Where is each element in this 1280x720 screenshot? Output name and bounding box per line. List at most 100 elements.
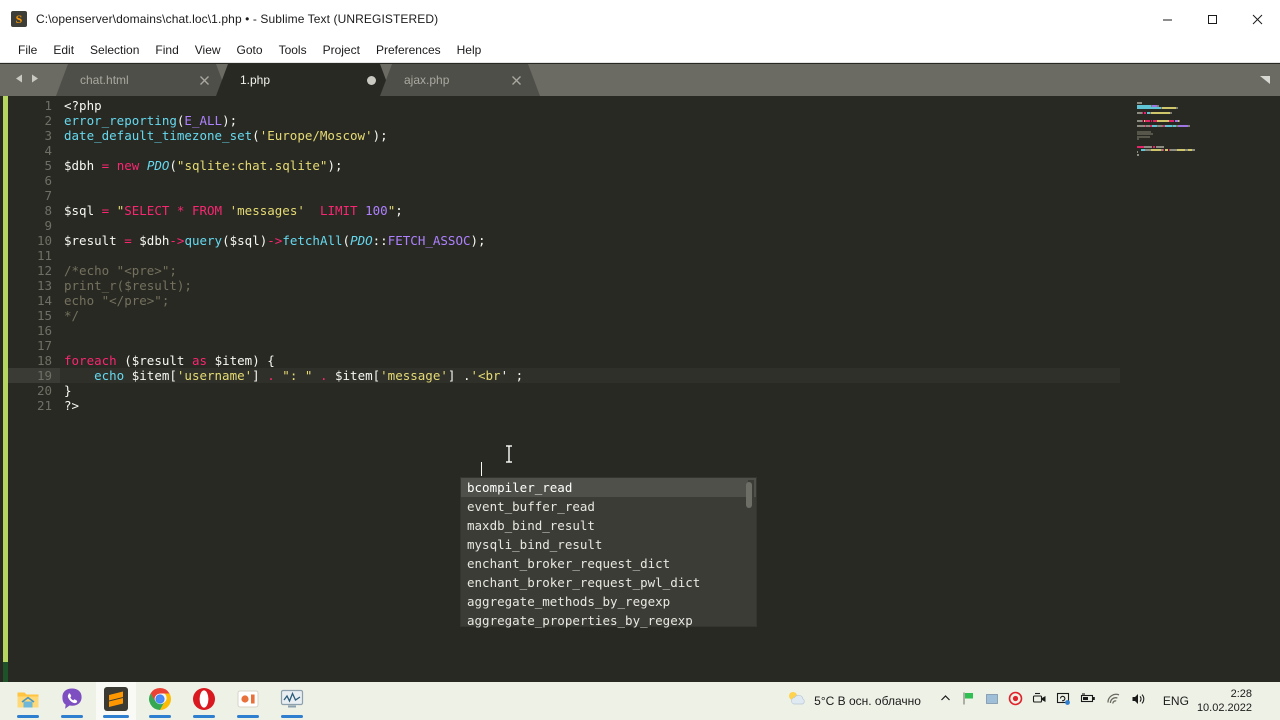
menu-item-view[interactable]: View bbox=[187, 40, 229, 60]
maximize-icon[interactable] bbox=[1190, 0, 1235, 38]
code-line[interactable]: 17 bbox=[0, 338, 1120, 353]
code-line[interactable]: 7 bbox=[0, 188, 1120, 203]
autocomplete-list[interactable]: bcompiler_read event_buffer_read maxdb_bin… bbox=[461, 478, 756, 630]
code-line[interactable]: 12 /*echo "<pre>"; bbox=[0, 263, 1120, 278]
code-line[interactable]: 3 date_default_timezone_set('Europe/Mosco… bbox=[0, 128, 1120, 143]
line-text: echo $item['username'] . ": " . $item['m… bbox=[64, 368, 523, 383]
tab-chat-html[interactable]: chat.html bbox=[56, 64, 228, 96]
autocomplete-scrollbar-thumb[interactable] bbox=[746, 482, 752, 508]
menu-item-project[interactable]: Project bbox=[315, 40, 368, 60]
minimize-icon[interactable] bbox=[1145, 0, 1190, 38]
code-line[interactable]: 20} bbox=[0, 383, 1120, 398]
code-line[interactable]: 16 bbox=[0, 323, 1120, 338]
tab-bar: chat.html 1.php ajax.php bbox=[0, 64, 1280, 96]
autocomplete-item[interactable]: enchant_broker_request_pwl_dict bbox=[461, 573, 756, 592]
camera-icon[interactable] bbox=[1032, 692, 1047, 711]
menu-item-help[interactable]: Help bbox=[449, 40, 490, 60]
title-bar: S C:\openserver\domains\chat.loc\1.php •… bbox=[0, 0, 1280, 38]
token-fn: error_reporting bbox=[64, 113, 177, 128]
minimap[interactable] bbox=[1133, 98, 1273, 682]
chevron-left-icon[interactable] bbox=[14, 73, 25, 84]
tab-1-php[interactable]: 1.php bbox=[216, 64, 392, 96]
notification-center-button[interactable] bbox=[1262, 682, 1274, 720]
code-line[interactable]: 19 echo $item['username'] . ": " . $item… bbox=[0, 368, 1120, 383]
blue-square-icon[interactable] bbox=[985, 692, 999, 711]
taskbar-app-file-explorer[interactable] bbox=[8, 682, 48, 720]
security-flag-icon[interactable] bbox=[961, 691, 976, 711]
wifi-icon[interactable] bbox=[1106, 692, 1122, 710]
menu-item-find[interactable]: Find bbox=[147, 40, 186, 60]
line-number: 1 bbox=[44, 98, 52, 113]
code-line[interactable]: 15 */ bbox=[0, 308, 1120, 323]
autocomplete-item[interactable]: aggregate_properties_by_regexp bbox=[461, 611, 756, 630]
autocomplete-item[interactable]: bcompiler_read bbox=[461, 478, 756, 497]
menu-item-edit[interactable]: Edit bbox=[45, 40, 82, 60]
code-line[interactable]: 18 foreach ($result as $item) { bbox=[0, 353, 1120, 368]
taskbar-app-google-chrome[interactable] bbox=[140, 682, 180, 720]
token-kw: as bbox=[191, 353, 208, 368]
autocomplete-item[interactable]: maxdb_bind_result bbox=[461, 516, 756, 535]
code-line[interactable]: 5 $dbh = new PDO("sqlite:chat.sqlite"); bbox=[0, 158, 1120, 173]
chevron-right-icon[interactable] bbox=[29, 73, 40, 84]
token-kw: SELECT bbox=[124, 203, 170, 218]
close-icon[interactable] bbox=[1235, 0, 1280, 38]
token-str bbox=[169, 203, 177, 218]
system-monitor-icon bbox=[280, 688, 304, 715]
minimap-segment bbox=[1137, 125, 1145, 128]
taskbar-app-opera[interactable] bbox=[184, 682, 224, 720]
token-cls: PDO bbox=[350, 233, 373, 248]
tab-close-icon[interactable] bbox=[510, 74, 522, 86]
code-line[interactable]: 10 $result = $dbh->query($sql)->fetchAll(… bbox=[0, 233, 1120, 248]
code-line[interactable]: 14 echo "</pre>"; bbox=[0, 293, 1120, 308]
show-hidden-icons-icon[interactable] bbox=[939, 692, 952, 710]
sync-photo-icon[interactable] bbox=[1056, 692, 1071, 711]
code-line[interactable]: 21 ?> bbox=[0, 398, 1120, 413]
token-var: $item bbox=[214, 353, 253, 368]
language-indicator[interactable]: ENG bbox=[1155, 694, 1197, 708]
code-line[interactable]: 11 bbox=[0, 248, 1120, 263]
taskbar-app-openserver[interactable] bbox=[228, 682, 268, 720]
code-editor[interactable]: 1 <?php 2 error_reporting(E_ALL); 3 date_defa… bbox=[0, 96, 1280, 682]
menu-item-goto[interactable]: Goto bbox=[229, 40, 271, 60]
code-line[interactable]: 2 error_reporting(E_ALL); bbox=[0, 113, 1120, 128]
weather-widget[interactable]: 5°C В осн. облачно bbox=[776, 682, 931, 720]
taskbar-app-viber[interactable] bbox=[52, 682, 92, 720]
minimap-segment bbox=[1175, 107, 1178, 110]
autocomplete-popup[interactable]: bcompiler_read event_buffer_read maxdb_bin… bbox=[460, 477, 757, 630]
code-line[interactable]: 1 <?php bbox=[0, 98, 1120, 113]
tab-close-icon[interactable] bbox=[198, 74, 210, 86]
opera-record-icon[interactable] bbox=[1008, 691, 1023, 711]
chevron-down-icon[interactable] bbox=[1258, 73, 1272, 92]
token-kw: new bbox=[116, 158, 140, 173]
menu-item-selection[interactable]: Selection bbox=[82, 40, 147, 60]
tab-label: ajax.php bbox=[404, 73, 450, 87]
minimap-segment bbox=[1164, 148, 1169, 151]
menu-item-preferences[interactable]: Preferences bbox=[368, 40, 449, 60]
battery-icon[interactable] bbox=[1080, 692, 1097, 710]
minimap-segment bbox=[1188, 125, 1191, 128]
autocomplete-item[interactable]: enchant_broker_request_dict bbox=[461, 554, 756, 573]
tab-dirty-dot-icon[interactable] bbox=[367, 75, 376, 85]
autocomplete-item[interactable]: mysqli_bind_result bbox=[461, 535, 756, 554]
autocomplete-item[interactable]: event_buffer_read bbox=[461, 497, 756, 516]
windows-taskbar: 5°C В осн. облачно ENG 2:28 10.02.2022 bbox=[0, 682, 1280, 720]
token-def bbox=[184, 353, 192, 368]
code-line[interactable]: 8 $sql = "SELECT * FROM 'messages' LIMIT … bbox=[0, 203, 1120, 218]
token-fn: query bbox=[184, 233, 223, 248]
token-def bbox=[64, 368, 94, 383]
taskbar-app-sublime-text[interactable] bbox=[96, 682, 136, 720]
autocomplete-item[interactable]: aggregate_methods_by_regexp bbox=[461, 592, 756, 611]
token-def: ( bbox=[116, 353, 132, 368]
tab-ajax-php[interactable]: ajax.php bbox=[380, 64, 540, 96]
code-line[interactable]: 13 print_r($result); bbox=[0, 278, 1120, 293]
code-line[interactable]: 9 bbox=[0, 218, 1120, 233]
menu-item-file[interactable]: File bbox=[10, 40, 45, 60]
code-line[interactable]: 6 bbox=[0, 173, 1120, 188]
volume-icon[interactable] bbox=[1131, 692, 1147, 711]
code-line[interactable]: 4 bbox=[0, 143, 1120, 158]
clock[interactable]: 2:28 10.02.2022 bbox=[1197, 687, 1262, 715]
menu-item-tools[interactable]: Tools bbox=[271, 40, 315, 60]
token-cls: PDO bbox=[146, 158, 170, 173]
taskbar-app-system-monitor[interactable] bbox=[272, 682, 312, 720]
autocomplete-scrollbar[interactable] bbox=[746, 480, 754, 626]
